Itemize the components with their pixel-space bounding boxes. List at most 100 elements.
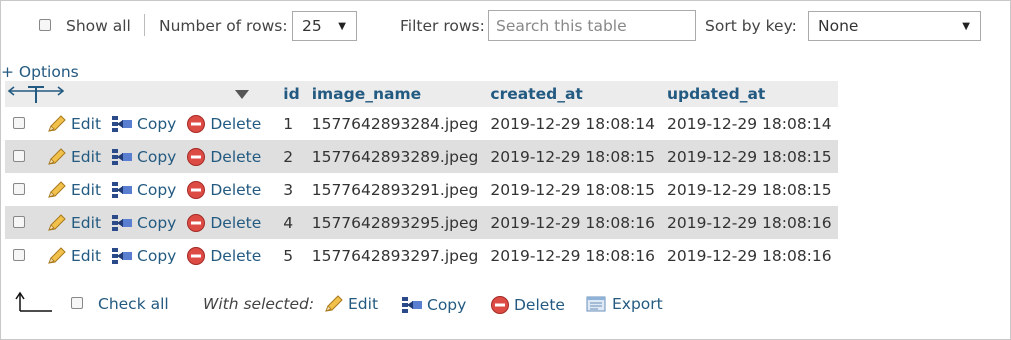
bulk-edit-label: Edit <box>348 295 379 313</box>
delete-label: Delete <box>210 114 262 133</box>
cell-updated_at[interactable]: 2019-12-29 18:08:16 <box>661 206 838 239</box>
cell-created_at[interactable]: 2019-12-29 18:08:15 <box>484 140 661 173</box>
copy-button[interactable]: Copy <box>111 114 176 134</box>
table-row[interactable]: Edit Copy Delete 4 1577642893295.jpeg 2019-12… <box>5 206 838 239</box>
cell-image_name[interactable]: 1577642893297.jpeg <box>306 239 485 272</box>
with-selected-label: With selected: <box>203 295 315 313</box>
copy-button[interactable]: Copy <box>111 147 176 167</box>
copy-icon <box>112 214 133 231</box>
column-menu-triangle-icon[interactable] <box>235 90 249 100</box>
show-all-checkbox[interactable] <box>39 19 51 31</box>
cell-id[interactable]: 1 <box>277 107 305 140</box>
table-row[interactable]: Edit Copy Delete 3 1577642893291.jpeg 2019-12… <box>5 173 838 206</box>
pencil-icon <box>48 213 66 231</box>
column-resize-icon[interactable] <box>7 84 65 104</box>
copy-button[interactable]: Copy <box>111 246 176 266</box>
row-actions: Edit Copy Delete <box>47 107 277 140</box>
check-all-checkbox[interactable] <box>71 297 83 309</box>
copy-icon <box>112 148 133 165</box>
cell-id[interactable]: 5 <box>277 239 305 272</box>
cell-created_at[interactable]: 2019-12-29 18:08:16 <box>484 239 661 272</box>
row-actions: Edit Copy Delete <box>47 239 277 272</box>
copy-label: Copy <box>137 213 177 232</box>
rows-label: Number of rows: <box>159 17 288 35</box>
table-row[interactable]: Edit Copy Delete 1 1577642893284.jpeg 2019-12… <box>5 107 838 140</box>
delete-button[interactable]: Delete <box>186 114 261 134</box>
cell-id[interactable]: 2 <box>277 140 306 173</box>
delete-label: Delete <box>210 147 262 166</box>
delete-label: Delete <box>210 180 262 199</box>
show-all-label[interactable]: Show all <box>66 17 131 35</box>
cell-updated_at[interactable]: 2019-12-29 18:08:16 <box>661 239 838 272</box>
column-header-created_at[interactable]: created_at <box>484 81 661 107</box>
delete-label: Delete <box>210 213 262 232</box>
column-header-image_name[interactable]: image_name <box>305 81 485 107</box>
copy-label: Copy <box>137 180 177 199</box>
topbar-divider <box>144 14 145 36</box>
bulk-delete-button[interactable]: Delete <box>490 295 565 315</box>
delete-button[interactable]: Delete <box>186 213 261 233</box>
row-checkbox[interactable] <box>13 215 25 228</box>
edit-label: Edit <box>71 246 102 265</box>
row-checkbox-cell <box>5 140 47 173</box>
edit-button[interactable]: Edit <box>47 247 101 265</box>
row-checkbox[interactable] <box>13 182 25 195</box>
row-checkbox-cell <box>5 107 47 140</box>
copy-icon <box>402 297 422 313</box>
edit-button[interactable]: Edit <box>47 181 101 199</box>
edit-label: Edit <box>71 147 102 166</box>
bulk-delete-label: Delete <box>514 296 565 314</box>
delete-icon <box>187 213 206 232</box>
edit-button[interactable]: Edit <box>47 148 101 166</box>
table-row[interactable]: Edit Copy Delete 5 1577642893297.jpeg 2019-12… <box>5 239 838 272</box>
cell-created_at[interactable]: 2019-12-29 18:08:15 <box>484 173 661 206</box>
bulk-export-button[interactable]: Export <box>586 295 663 313</box>
cell-updated_at[interactable]: 2019-12-29 18:08:14 <box>661 107 838 140</box>
delete-button[interactable]: Delete <box>186 246 261 266</box>
check-all-label[interactable]: Check all <box>98 295 169 313</box>
row-actions: Edit Copy Delete <box>47 206 278 239</box>
cell-created_at[interactable]: 2019-12-29 18:08:14 <box>484 107 661 140</box>
delete-button[interactable]: Delete <box>186 147 261 167</box>
filter-input-box[interactable] <box>488 10 696 41</box>
row-checkbox-cell <box>5 239 47 272</box>
edit-button[interactable]: Edit <box>47 115 101 133</box>
column-header-updated_at[interactable]: updated_at <box>661 81 838 107</box>
cell-updated_at[interactable]: 2019-12-29 18:08:15 <box>661 140 838 173</box>
delete-icon <box>187 114 206 133</box>
edit-label: Edit <box>71 180 102 199</box>
cell-created_at[interactable]: 2019-12-29 18:08:16 <box>484 206 661 239</box>
sort-select[interactable]: None ▼ <box>808 11 981 41</box>
cell-id[interactable]: 4 <box>277 206 306 239</box>
bulk-copy-button[interactable]: Copy <box>401 295 466 315</box>
rows-select[interactable]: 25 ▼ <box>292 11 357 41</box>
copy-button[interactable]: Copy <box>111 180 176 200</box>
row-checkbox[interactable] <box>13 116 25 129</box>
rows-select-value: 25 <box>302 17 322 35</box>
cell-updated_at[interactable]: 2019-12-29 18:08:15 <box>661 173 838 206</box>
column-header-id[interactable]: id <box>277 81 306 107</box>
copy-button[interactable]: Copy <box>111 213 176 233</box>
cell-image_name[interactable]: 1577642893291.jpeg <box>306 173 485 206</box>
row-actions: Edit Copy Delete <box>47 140 278 173</box>
filter-input[interactable] <box>489 11 695 40</box>
chevron-down-icon: ▼ <box>962 21 970 32</box>
pencil-icon <box>48 114 66 132</box>
row-checkbox[interactable] <box>13 248 25 261</box>
cell-image_name[interactable]: 1577642893289.jpeg <box>305 140 485 173</box>
options-link[interactable]: + Options <box>1 63 79 81</box>
copy-icon <box>112 247 133 264</box>
row-checkbox[interactable] <box>13 149 25 162</box>
edit-label: Edit <box>71 213 102 232</box>
copy-label: Copy <box>137 147 177 166</box>
cell-image_name[interactable]: 1577642893284.jpeg <box>306 107 485 140</box>
edit-button[interactable]: Edit <box>47 214 101 232</box>
pencil-icon <box>325 295 343 312</box>
row-actions: Edit Copy Delete <box>47 173 277 206</box>
delete-button[interactable]: Delete <box>186 180 261 200</box>
table-row[interactable]: Edit Copy Delete 2 1577642893289.jpeg 2019-12… <box>5 140 838 173</box>
cell-image_name[interactable]: 1577642893295.jpeg <box>305 206 485 239</box>
copy-label: Copy <box>137 246 177 265</box>
cell-id[interactable]: 3 <box>277 173 305 206</box>
bulk-edit-button[interactable]: Edit <box>324 295 378 313</box>
